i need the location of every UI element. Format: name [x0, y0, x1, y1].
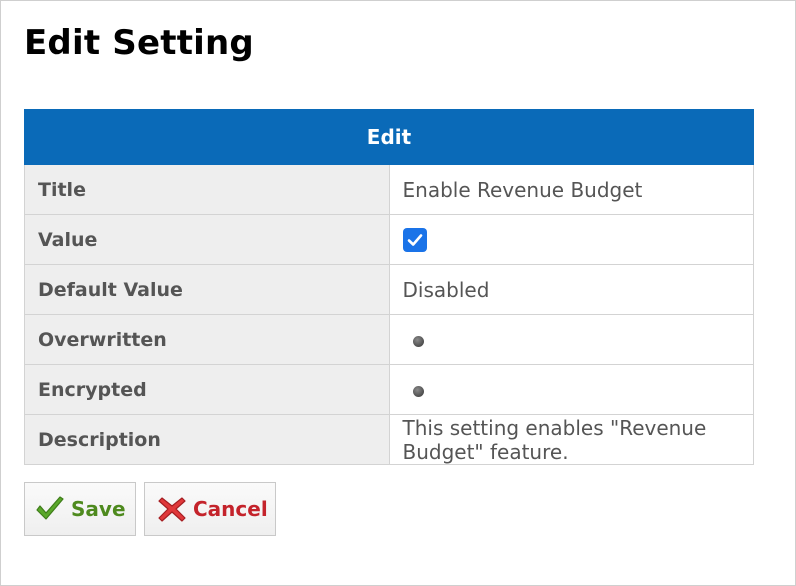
page-title: Edit Setting [24, 23, 254, 63]
table-row-encrypted: Encrypted [24, 364, 754, 415]
encrypted-value [388, 364, 754, 415]
table-row-default-value: Default Value Disabled [24, 264, 754, 315]
value-cell [388, 214, 754, 265]
table-row-description: Description This setting enables "Revenu… [24, 414, 754, 465]
default-value: Disabled [388, 264, 754, 315]
row-label-default-value: Default Value [24, 264, 390, 315]
checkmark-icon [407, 234, 422, 247]
save-button[interactable]: Save [24, 482, 136, 536]
dot-icon [412, 335, 424, 347]
table-row-overwritten: Overwritten [24, 314, 754, 365]
row-label-value: Value [24, 214, 390, 265]
x-icon [158, 497, 186, 522]
row-label-description: Description [24, 414, 390, 465]
checkmark-icon [36, 496, 64, 520]
description-value: This setting enables "Revenue Budget" fe… [388, 414, 754, 465]
value-checkbox[interactable] [402, 228, 427, 253]
table-header-row: Edit [24, 109, 754, 165]
table-header: Edit [24, 109, 754, 165]
title-value: Enable Revenue Budget [388, 164, 754, 215]
row-label-overwritten: Overwritten [24, 314, 390, 365]
edit-setting-table: Edit Title Enable Revenue Budget Value D… [24, 109, 754, 465]
page-frame: Edit Setting Edit Title Enable Revenue B… [0, 0, 796, 586]
table-row-title: Title Enable Revenue Budget [24, 164, 754, 215]
table-row-value: Value [24, 214, 754, 265]
dot-icon [412, 385, 424, 397]
row-label-title: Title [24, 164, 390, 215]
row-label-encrypted: Encrypted [24, 364, 390, 415]
save-button-label: Save [71, 497, 126, 521]
cancel-button[interactable]: Cancel [144, 482, 276, 536]
cancel-button-label: Cancel [193, 497, 268, 521]
overwritten-value [388, 314, 754, 365]
